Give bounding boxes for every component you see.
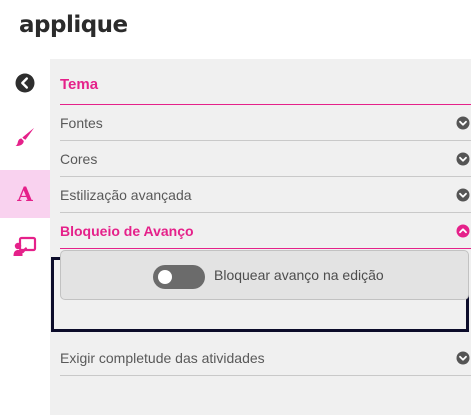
back-button[interactable] (0, 59, 50, 107)
sidebar: A (0, 59, 50, 415)
back-arrow-circle-icon (15, 73, 35, 93)
accordion-label: Cores (60, 150, 98, 167)
chevron-up-icon (456, 224, 470, 237)
sidebar-item-presentation[interactable] (0, 223, 50, 271)
accordion-colors[interactable]: Cores (60, 141, 471, 177)
sidebar-item-fonts[interactable]: A (0, 170, 50, 218)
accordion-advanced-styling[interactable]: Estilização avançada (60, 177, 471, 213)
accordion-progress-lock[interactable]: Bloqueio de Avanço (60, 213, 471, 249)
accordion-label: Fontes (60, 114, 103, 131)
lock-progress-card: Bloquear avanço na edição (60, 250, 469, 300)
lock-progress-toggle[interactable] (153, 265, 205, 289)
toggle-label: Bloquear avanço na edição (214, 267, 384, 283)
accordion-label: Estilização avançada (60, 186, 192, 203)
svg-text:A: A (16, 183, 33, 205)
accordion-require-completion[interactable]: Exigir completude das atividades (60, 340, 471, 376)
paintbrush-icon (15, 128, 34, 146)
presenter-board-icon (13, 236, 37, 256)
toggle-knob (158, 270, 172, 284)
app-logo: applique (19, 12, 128, 38)
chevron-down-icon (456, 351, 470, 364)
chevron-down-icon (456, 116, 470, 129)
chevron-down-icon (456, 188, 470, 201)
sidebar-item-style[interactable] (0, 113, 50, 161)
font-a-icon: A (16, 183, 33, 205)
chevron-down-icon (456, 152, 470, 165)
accordion-label: Exigir completude das atividades (60, 349, 265, 366)
accordion-label: Bloqueio de Avanço (60, 222, 194, 239)
accordion-fonts[interactable]: Fontes (60, 105, 471, 141)
section-title: Tema (60, 76, 99, 93)
theme-panel: Tema Fontes Cores Estilização avançada B… (50, 59, 471, 415)
